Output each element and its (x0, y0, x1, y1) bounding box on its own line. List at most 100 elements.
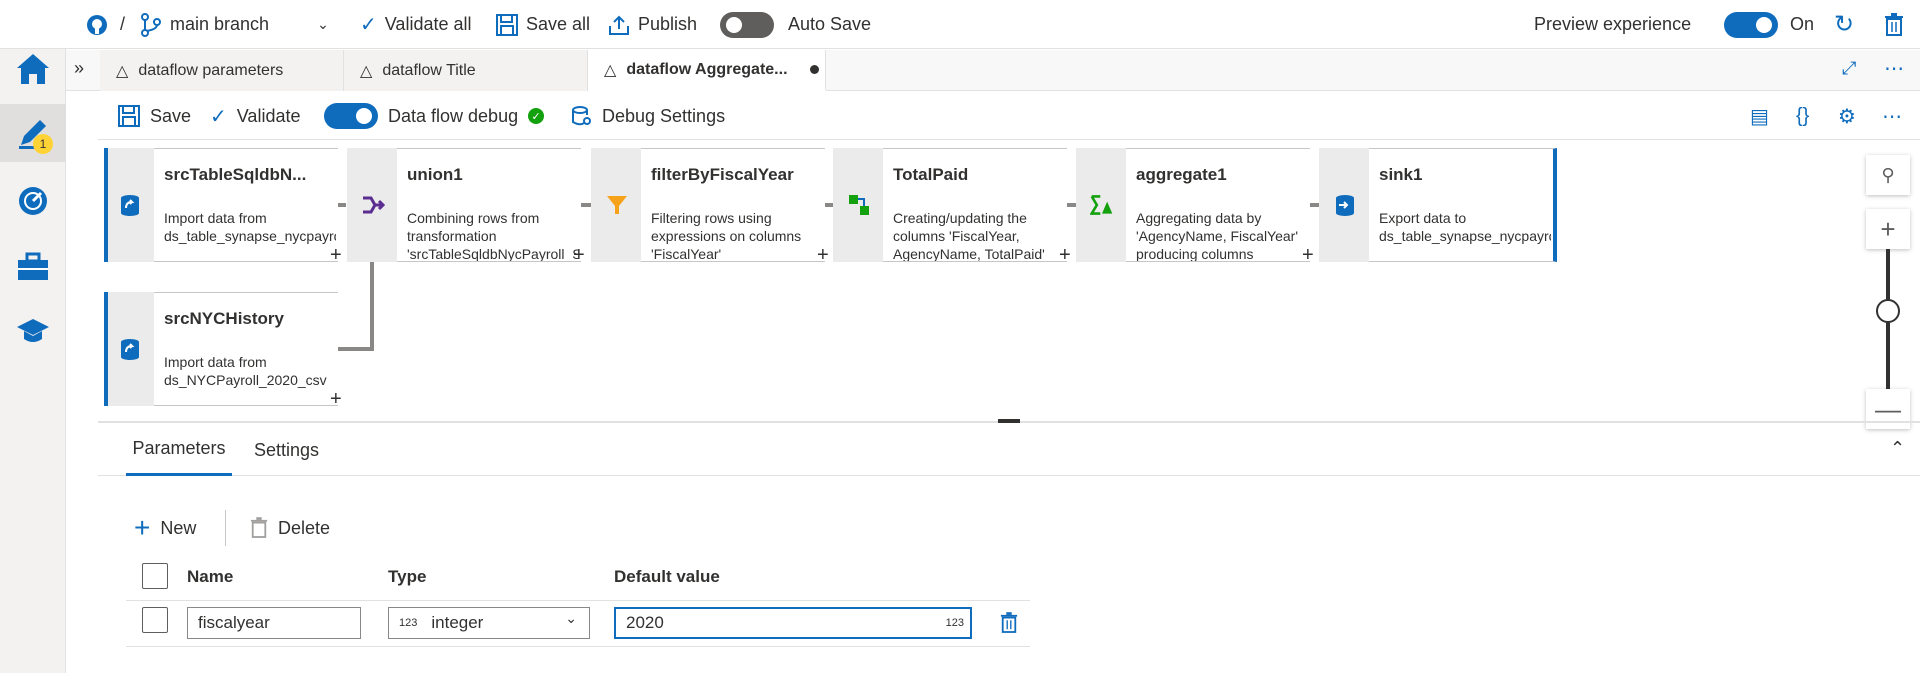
more-options-icon: ⋯ (1882, 105, 1902, 128)
collapse-resources-button[interactable]: » (74, 58, 84, 79)
toolbar-more-button[interactable]: ⋯ (1882, 92, 1902, 140)
rail-learning[interactable] (0, 302, 66, 360)
dataflow-canvas[interactable]: srcTableSqldbN... Import data from ds_ta… (98, 141, 1920, 421)
add-transformation-button[interactable]: + (330, 388, 342, 411)
home-icon (17, 54, 49, 84)
debug-settings-button[interactable]: Debug Settings (572, 92, 725, 140)
add-transformation-button[interactable]: + (330, 244, 342, 267)
publish-button[interactable]: Publish (608, 0, 697, 49)
splitter-handle[interactable] (998, 419, 1020, 423)
tab-parameters[interactable]: Parameters (126, 424, 232, 476)
rail-author[interactable]: 1 (0, 104, 66, 162)
path-separator: / (120, 14, 126, 34)
tab-dataflow-parameters[interactable]: △ dataflow parameters (100, 50, 344, 91)
debug-switch[interactable] (324, 103, 378, 129)
properties-icon: ⚙ (1838, 105, 1856, 128)
collapse-panel-button[interactable]: ⌃ (1890, 438, 1905, 459)
add-transformation-button[interactable]: + (573, 244, 585, 267)
validate-button[interactable]: ✓ Validate (210, 92, 300, 140)
add-transformation-button[interactable]: + (1059, 244, 1071, 267)
node-union[interactable]: union1 Combining rows from transformatio… (347, 148, 585, 266)
branch-selector[interactable]: main branch ⌄ (140, 0, 329, 49)
zoom-out-button[interactable]: — (1866, 389, 1910, 429)
trash-icon (1000, 612, 1018, 633)
auto-save-switch[interactable] (720, 11, 774, 38)
debug-settings-icon (572, 106, 591, 126)
add-transformation-button[interactable]: + (1302, 244, 1314, 267)
node-title: union1 (407, 165, 463, 184)
node-aggregate[interactable]: aggregate1 Aggregating data by 'AgencyNa… (1076, 148, 1314, 266)
trash-icon (250, 517, 268, 538)
node-sink[interactable]: sink1 Export data to ds_table_synapse_ny… (1319, 148, 1557, 262)
filter-funnel-icon (607, 196, 627, 214)
more-options-icon[interactable]: ⋯ (1884, 56, 1904, 81)
default-value-input[interactable]: 2020 123 (614, 607, 972, 639)
code-button[interactable]: {} (1796, 92, 1809, 140)
search-icon: ⚲ (1881, 164, 1895, 185)
rail-monitor[interactable] (0, 172, 66, 230)
save-icon (496, 13, 518, 36)
rail-manage[interactable] (0, 238, 66, 296)
node-description: Filtering rows using expressions on colu… (651, 210, 802, 261)
new-parameter-button[interactable]: + New (134, 510, 196, 546)
tab-dataflow-aggregate[interactable]: △ dataflow Aggregate... (588, 50, 826, 91)
save-all-button[interactable]: Save all (496, 0, 590, 49)
parameter-name-input[interactable]: fiscalyear (187, 607, 361, 639)
maximize-icon[interactable]: ⤢ (1842, 58, 1856, 79)
success-check-icon: ✓ (528, 108, 545, 124)
table-header-row: Name Type Default value (126, 553, 1030, 601)
node-title: srcTableSqldbN... (164, 165, 307, 184)
preview-switch[interactable] (1724, 11, 1778, 38)
plus-icon: + (1880, 213, 1896, 244)
node-title: filterByFiscalYear (651, 165, 794, 184)
validate-all-button[interactable]: ✓ Validate all (360, 0, 472, 49)
checkmark-icon: ✓ (210, 105, 227, 128)
save-button[interactable]: Save (118, 92, 191, 140)
plus-icon: + (134, 512, 151, 543)
tab-dataflow-title[interactable]: △ dataflow Title (344, 50, 588, 91)
node-description: Import data from ds_table_synapse_nycpay… (164, 210, 336, 244)
script-icon: ▤ (1750, 105, 1769, 128)
checkmark-icon: ✓ (360, 14, 377, 36)
add-transformation-button[interactable]: + (817, 244, 829, 267)
script-button[interactable]: ▤ (1750, 92, 1769, 140)
preview-experience-toggle[interactable]: On (1724, 0, 1814, 49)
parameter-type-select[interactable]: 123 integer ⌄ (388, 607, 590, 639)
data-flow-debug-toggle[interactable]: Data flow debug ✓ (324, 92, 545, 140)
row-checkbox[interactable] (142, 607, 168, 633)
zoom-in-button[interactable]: + (1866, 209, 1910, 249)
refresh-button[interactable]: ↻ (1834, 0, 1854, 49)
node-title: TotalPaid (893, 165, 969, 184)
delete-parameter-button[interactable]: Delete (250, 510, 330, 546)
delete-row-button[interactable] (1000, 612, 1018, 639)
connector (332, 347, 374, 351)
node-description: Export data to ds_table_synapse_nycpayro… (1379, 210, 1551, 244)
node-derived-column[interactable]: TotalPaid Creating/updating the columns … (833, 148, 1071, 266)
sink-icon (1336, 195, 1354, 216)
monitor-gauge-icon (19, 187, 47, 215)
source-icon (121, 195, 139, 216)
github-repo-button[interactable] (86, 0, 108, 49)
node-description: Creating/updating the columns 'FiscalYea… (893, 210, 1045, 261)
node-filter[interactable]: filterByFiscalYear Filtering rows using … (591, 148, 829, 266)
discard-all-button[interactable] (1884, 0, 1904, 49)
dataflow-toolbar: Save ✓ Validate Data flow debug ✓ Debug … (98, 92, 1920, 140)
tab-settings[interactable]: Settings (254, 424, 319, 476)
properties-button[interactable]: ⚙ (1838, 92, 1856, 140)
search-canvas-button[interactable]: ⚲ (1866, 155, 1910, 195)
node-source-nyc-history[interactable]: srcNYCHistory Import data from ds_NYCPay… (104, 292, 342, 410)
zoom-slider-thumb[interactable] (1876, 299, 1900, 323)
upload-icon (609, 15, 629, 35)
unsaved-dot-icon (809, 65, 819, 74)
column-header-default: Default value (614, 567, 720, 586)
derived-column-icon (849, 195, 869, 215)
select-all-checkbox[interactable] (142, 563, 168, 589)
auto-save-toggle[interactable]: Auto Save (720, 0, 871, 49)
refresh-icon: ↻ (1834, 11, 1855, 38)
github-icon (87, 14, 107, 35)
node-description: Import data from ds_NYCPayroll_2020_csv (164, 354, 327, 388)
node-source-table[interactable]: srcTableSqldbN... Import data from ds_ta… (104, 148, 342, 266)
top-command-bar: / main branch ⌄ ✓ Validate all Save all … (0, 0, 1920, 49)
save-icon (118, 105, 140, 127)
code-braces-icon: {} (1796, 104, 1810, 127)
